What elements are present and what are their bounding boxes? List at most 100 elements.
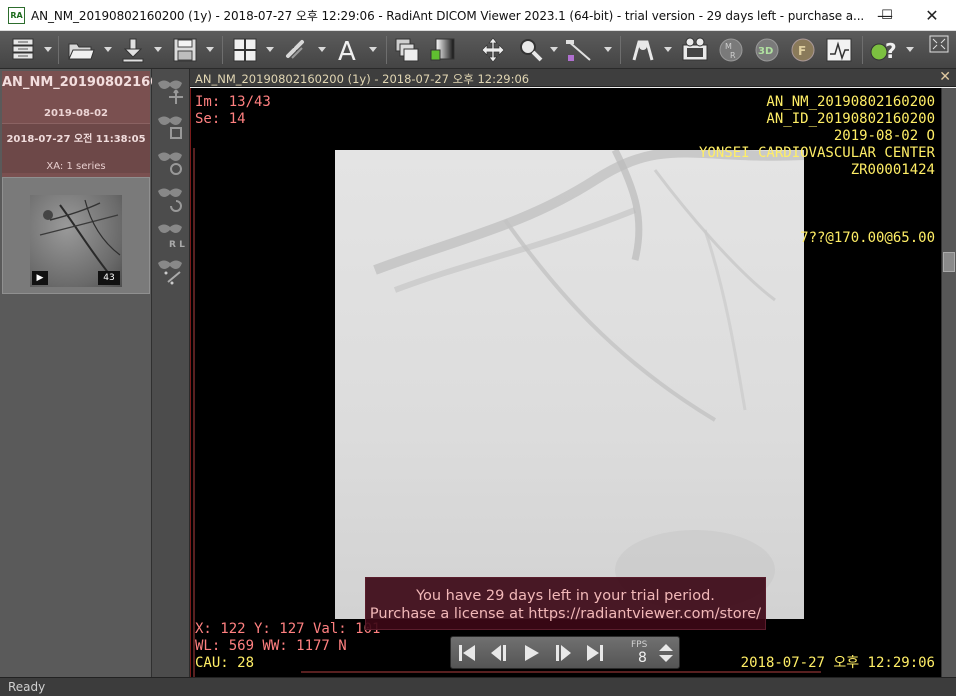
save-icon (173, 38, 197, 62)
overlay-patient-name: AN_NM_20190802160200 (766, 94, 935, 110)
toolbar-separator (58, 36, 59, 64)
close-window-button[interactable]: ✕ (909, 0, 955, 31)
mask-rectangle-tool[interactable] (154, 109, 188, 143)
svg-text:M: M (725, 42, 732, 51)
fusion-button[interactable] (628, 34, 674, 66)
cine-button[interactable] (680, 34, 712, 66)
tool-column: R L (152, 69, 190, 677)
app-icon[interactable]: RA (8, 7, 25, 24)
toolbar-separator (862, 36, 863, 64)
main-toolbar: A M R 3D F ? (0, 31, 956, 69)
svg-text:F: F (798, 44, 806, 58)
text-annotation-button[interactable]: A (334, 34, 380, 66)
svg-text:R L: R L (169, 240, 185, 250)
chevron-down-icon[interactable] (266, 47, 274, 52)
window-level-readout: WL: 569 WW: 1177 N (195, 638, 347, 654)
mask-rotate-tool[interactable] (154, 181, 188, 215)
chevron-down-icon[interactable] (154, 47, 162, 52)
chevron-down-icon[interactable] (604, 47, 612, 52)
first-frame-icon[interactable] (453, 642, 481, 664)
database-button[interactable] (6, 34, 54, 66)
chevron-down-icon[interactable] (664, 47, 672, 52)
overlay-institution: YONSEI CARDIOVASCULAR CENTER (698, 145, 935, 161)
cursor-readout: X: 122 Y: 127 Val: 101 (195, 621, 381, 637)
download-button[interactable] (116, 34, 164, 66)
play-icon[interactable]: ▶ (32, 271, 48, 285)
series-stack-button[interactable] (392, 34, 424, 66)
download-icon (122, 38, 144, 63)
fullscreen-icon (929, 35, 949, 53)
next-frame-icon[interactable] (549, 642, 577, 664)
link-button[interactable] (280, 34, 328, 66)
zoom-button[interactable] (516, 34, 560, 66)
scrollbar-thumb[interactable] (943, 252, 955, 272)
fusion-f-button[interactable]: F (788, 34, 820, 66)
mask-magic-tool[interactable] (154, 253, 188, 287)
image-viewport[interactable]: Im: 13/43 Se: 14 AN_NM_20190802160200 AN… (190, 88, 941, 678)
image-index: Im: 13/43 (195, 94, 271, 110)
viewer-tab: AN_NM_20190802160200 (1y) - 2018-07-27 오… (190, 69, 956, 87)
help-button[interactable]: ? (868, 34, 918, 66)
fullscreen-button[interactable] (928, 34, 952, 66)
window-level-button[interactable] (428, 34, 462, 66)
chevron-down-icon[interactable] (318, 47, 326, 52)
fps-stepper-icon[interactable] (657, 642, 675, 664)
series-thumbnail[interactable]: ▶ 43 (30, 195, 122, 287)
series-thumbnail-card[interactable]: ▶ 43 (2, 177, 150, 294)
svg-text:?: ? (885, 39, 897, 63)
maximize-button[interactable]: ☐ (864, 0, 910, 31)
database-icon (12, 38, 34, 60)
measure-button[interactable] (564, 34, 612, 66)
svg-text:A: A (338, 37, 356, 64)
ecg-button[interactable] (824, 34, 856, 66)
link-icon (286, 40, 304, 59)
fusion-f-icon: F (791, 38, 815, 62)
layout-icon (233, 38, 257, 62)
fusion-icon (632, 40, 654, 61)
trial-notice-line2[interactable]: Purchase a license at https://radiantvie… (366, 605, 765, 623)
chevron-down-icon[interactable] (104, 47, 112, 52)
open-button[interactable] (64, 34, 114, 66)
chevron-down-icon[interactable] (369, 47, 377, 52)
ecg-icon (826, 38, 852, 62)
mpr-button[interactable]: MR (716, 34, 748, 66)
mask-ellipse-tool[interactable] (154, 145, 188, 179)
svg-text:R: R (730, 51, 736, 60)
mask-pan-tool[interactable] (154, 73, 188, 107)
fps-value: 8 (638, 650, 647, 666)
overlay-birth: 2019-08-02 O (833, 128, 935, 144)
status-text: Ready (8, 680, 46, 694)
toolbar-separator (222, 36, 223, 64)
pan-icon (481, 37, 505, 63)
vessel-image (373, 150, 804, 610)
help-icon: ? (870, 39, 897, 63)
chevron-down-icon[interactable] (206, 47, 214, 52)
chevron-down-icon[interactable] (44, 47, 52, 52)
vertical-scale-ruler (193, 148, 195, 678)
patient-name: AN_NM_20190802160200 (2, 75, 187, 90)
svg-text:3D: 3D (758, 46, 773, 57)
open-folder-icon (68, 43, 95, 60)
study-card[interactable]: 2018-07-27 오전 11:38:05 XA: 1 series (2, 123, 150, 173)
text-annotation-icon: A (338, 37, 356, 64)
3d-button[interactable]: 3D (752, 34, 784, 66)
chevron-down-icon[interactable] (550, 47, 558, 52)
chevron-down-icon[interactable] (906, 47, 914, 52)
play-icon[interactable] (517, 642, 545, 664)
angiography-image[interactable] (335, 150, 804, 619)
study-browser: AN_NM_20190802160200 2019-08-02 2018-07-… (0, 69, 187, 677)
toolbar-separator (386, 36, 387, 64)
mask-flip-tool[interactable]: R L (154, 217, 188, 251)
last-frame-icon[interactable] (581, 642, 609, 664)
image-count-badge: 43 (98, 271, 120, 285)
layout-button[interactable] (228, 34, 276, 66)
pan-button[interactable] (478, 34, 512, 66)
save-button[interactable] (168, 34, 216, 66)
close-icon[interactable]: ✕ (939, 69, 951, 85)
patient-card[interactable]: AN_NM_20190802160200 2019-08-02 2018-07-… (2, 71, 187, 189)
frame-scrollbar[interactable] (941, 88, 956, 677)
series-stack-icon (395, 38, 419, 62)
study-series-summary: XA: 1 series (46, 161, 106, 172)
overlay-patient-id: AN_ID_20190802160200 (766, 111, 935, 127)
previous-frame-icon[interactable] (485, 642, 513, 664)
